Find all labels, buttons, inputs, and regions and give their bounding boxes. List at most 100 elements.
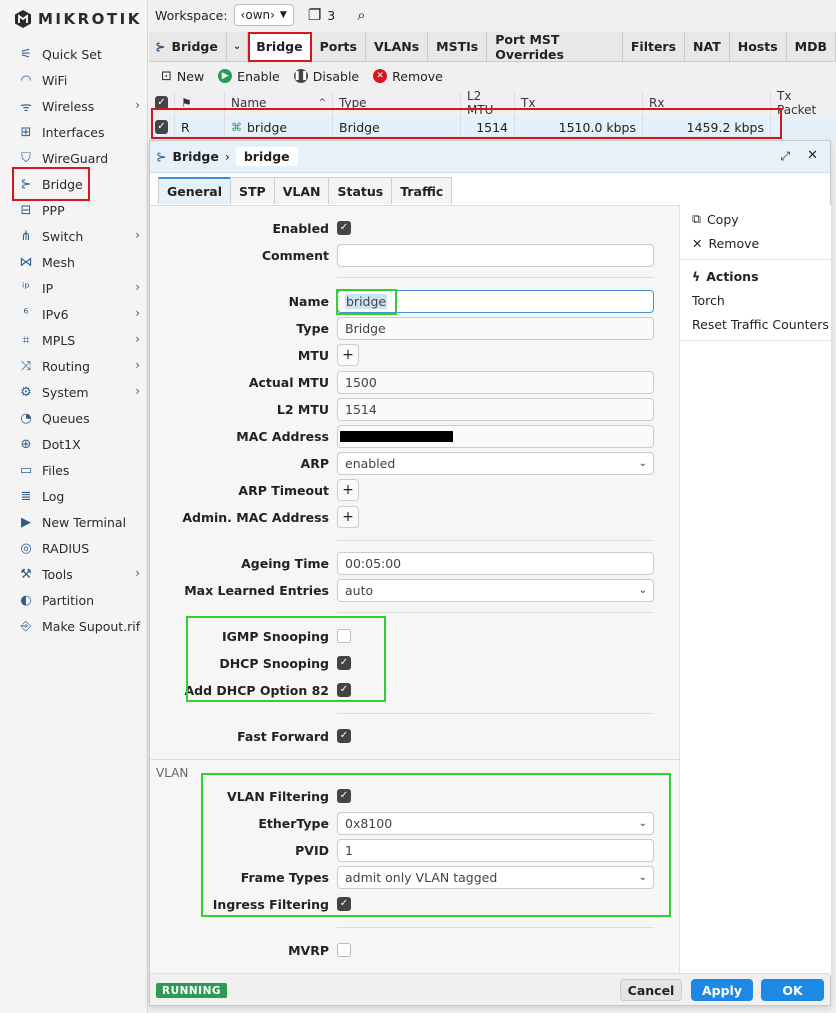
tab-hosts[interactable]: Hosts	[730, 31, 787, 62]
sidebar-item-tools[interactable]: ⚒ Tools ›	[0, 561, 148, 587]
sidebar-item-switch[interactable]: ⋔ Switch ›	[0, 223, 148, 249]
arp-select[interactable]: enabled ⌄	[337, 451, 654, 475]
sidebar-item-bridge[interactable]: ⊱ Bridge	[12, 167, 90, 201]
chevron-right-icon: ›	[135, 280, 140, 294]
sidebar-item-make-supout-rif[interactable]: ⎆ Make Supout.rif	[0, 613, 148, 639]
search-icon[interactable]: ⌕	[357, 6, 365, 24]
divider	[680, 259, 831, 260]
sidebar-item-label: Bridge	[42, 176, 83, 192]
chevron-down-icon: ▼	[279, 10, 287, 20]
tab-mdb[interactable]: MDB	[787, 31, 836, 62]
sidebar-item-label: Dot1X	[42, 436, 81, 452]
tab-bridge[interactable]: Bridge	[248, 31, 312, 62]
sidebar-item-label: System	[42, 384, 89, 400]
workspace-label: Workspace:	[155, 7, 228, 23]
sidebar-item-log[interactable]: ≣ Log	[0, 483, 148, 509]
sidebar-item-ip[interactable]: ⁱᵖ IP ›	[0, 275, 148, 301]
tag-icon: ⌗	[22, 332, 30, 348]
sidebar-item-dot1x[interactable]: ⊕ Dot1X	[0, 431, 148, 457]
dialog-tab-vlan[interactable]: VLAN	[273, 177, 330, 204]
ageing-label: Ageing Time	[241, 555, 329, 571]
tab-nat[interactable]: NAT	[685, 31, 730, 62]
tab-ports[interactable]: Ports	[312, 31, 366, 62]
expand-icon[interactable]: ⤢	[780, 149, 790, 164]
sidebar-item-mpls[interactable]: ⌗ MPLS ›	[0, 327, 148, 353]
sidebar-item-interfaces[interactable]: ⊞ Interfaces	[0, 119, 148, 145]
disable-label: Disable	[312, 68, 360, 84]
bolt-icon: ϟ	[692, 268, 701, 284]
fast-forward-checkbox[interactable]: ✓	[337, 729, 351, 743]
dialog-tab-traffic[interactable]: Traffic	[391, 177, 453, 204]
torch-button[interactable]: Torch	[680, 288, 831, 312]
mtu-row: MTU +	[150, 343, 679, 367]
sidebar-item-label: Routing	[42, 358, 90, 374]
dialog-tab-status[interactable]: Status	[328, 177, 393, 204]
mtu-add-button[interactable]: +	[337, 344, 359, 366]
chevron-right-icon: ›	[135, 384, 140, 398]
sidebar-item-quick-set[interactable]: ⚟ Quick Set	[0, 41, 148, 67]
queues-icon: ◔	[20, 410, 32, 426]
workspace-select[interactable]: ‹own› ▼	[233, 4, 294, 26]
sidebar-item-label: MPLS	[42, 332, 76, 348]
sidebar-item-mesh[interactable]: ⋈ Mesh	[0, 249, 148, 275]
ok-button[interactable]: OK	[761, 979, 824, 1001]
enabled-checkbox[interactable]: ✓	[337, 221, 351, 235]
windows-icon[interactable]: ❐	[308, 6, 321, 24]
sidebar-item-queues[interactable]: ◔ Queues	[0, 405, 148, 431]
sidebar: MikroTik ⚟ Quick Set ◠ WiFi ᯤ Wireless › ⊞ Inter…	[0, 0, 148, 1013]
mvrp-checkbox[interactable]	[337, 943, 351, 957]
wireless-icon: ᯤ	[20, 100, 32, 115]
switch-icon: ⋔	[20, 228, 32, 244]
comment-input[interactable]	[337, 243, 654, 267]
dialog-tab-stp[interactable]: STP	[230, 177, 275, 204]
tab-vlans[interactable]: VLANs	[366, 31, 429, 62]
mikrotik-logo[interactable]: MikroTik	[14, 8, 142, 30]
close-icon[interactable]: ✕	[807, 148, 818, 163]
sidebar-item-radius[interactable]: ◎ RADIUS	[0, 535, 148, 561]
new-button[interactable]: ⊡ New	[161, 69, 204, 84]
enable-button[interactable]: ▶ Enable	[218, 69, 280, 84]
workspace-value: ‹own›	[240, 8, 275, 22]
breadcrumb-root[interactable]: Bridge	[172, 149, 218, 164]
dialog-tab-general[interactable]: General	[158, 177, 231, 204]
ageing-input[interactable]: 00:05:00	[337, 551, 654, 575]
cancel-button[interactable]: Cancel	[620, 979, 682, 1001]
chevron-down-icon: ⌄	[638, 457, 647, 469]
tab-port-mst-overrides[interactable]: Port MST Overrides	[487, 31, 623, 62]
apply-button[interactable]: Apply	[691, 979, 753, 1001]
tab-filters[interactable]: Filters	[623, 31, 686, 62]
gear-icon: ⚙	[20, 384, 32, 400]
admin-mac-add-button[interactable]: +	[337, 506, 359, 528]
sidebar-item-wireless[interactable]: ᯤ Wireless ›	[0, 93, 148, 119]
max-learned-select[interactable]: auto ⌄	[337, 578, 654, 602]
reset-traffic-button[interactable]: Reset Traffic Counters	[680, 312, 831, 336]
tab-dropdown[interactable]: ⌄	[227, 31, 249, 62]
actual-mtu-field: 1500	[337, 370, 654, 394]
sidebar-item-system[interactable]: ⚙ System ›	[0, 379, 148, 405]
arp-row: ARP enabled ⌄	[150, 451, 679, 475]
sidebar-item-ppp[interactable]: ⊟ PPP	[0, 197, 148, 223]
sidebar-item-routing[interactable]: ⤨ Routing ›	[0, 353, 148, 379]
copy-button[interactable]: ⧉ Copy	[680, 207, 831, 231]
arp-timeout-row: ARP Timeout +	[150, 478, 679, 502]
log-icon: ≣	[20, 488, 32, 504]
sidebar-item-new-terminal[interactable]: ▶ New Terminal	[0, 509, 148, 535]
tab-mstis[interactable]: MSTIs	[428, 31, 488, 62]
vlan-section-title: VLAN	[156, 766, 189, 780]
sidebar-item-label: Files	[42, 462, 70, 478]
remove-item-button[interactable]: ✕ Remove	[680, 231, 831, 255]
arp-timeout-add-button[interactable]: +	[337, 479, 359, 501]
mtu-label: MTU	[297, 347, 329, 363]
chevron-right-icon: ›	[135, 566, 140, 580]
sidebar-item-partition[interactable]: ◐ Partition	[0, 587, 148, 613]
remove-button[interactable]: ✕ Remove	[373, 69, 443, 84]
enable-label: Enable	[237, 68, 280, 84]
disable-button[interactable]: ❚❚ Disable	[293, 68, 360, 84]
sidebar-item-ipv6[interactable]: ⁶ IPv6 ›	[0, 301, 148, 327]
sidebar-item-files[interactable]: ▭ Files	[0, 457, 148, 483]
sidebar-item-label: Interfaces	[42, 124, 105, 140]
radius-icon: ◎	[20, 540, 32, 556]
bridge-window-title: ⊱ Bridge	[149, 31, 227, 62]
sidebar-item-label: IPv6	[42, 306, 69, 322]
sidebar-item-wifi[interactable]: ◠ WiFi	[0, 67, 148, 93]
